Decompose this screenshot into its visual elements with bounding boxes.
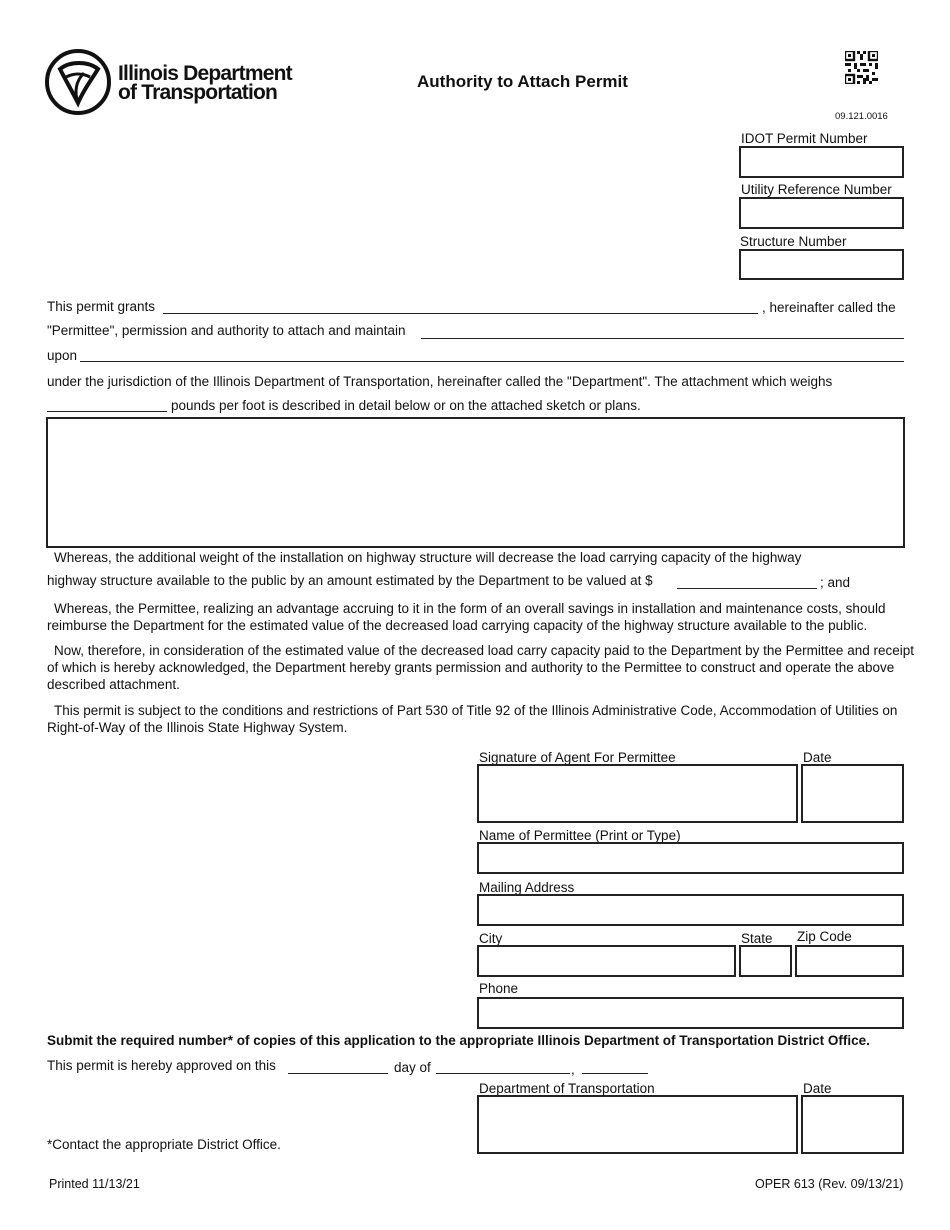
amount-blank[interactable] <box>677 588 817 589</box>
attachment-description-box[interactable] <box>46 417 905 548</box>
zip-code-field[interactable] <box>795 945 904 977</box>
approval-comma: , <box>571 1062 575 1077</box>
approval-month-blank[interactable] <box>436 1073 570 1074</box>
dept-signature-field[interactable] <box>477 1095 798 1154</box>
utility-reference-number-field[interactable] <box>739 197 904 229</box>
idot-emblem-icon <box>45 49 111 115</box>
signature-date-field[interactable] <box>801 764 904 823</box>
utility-reference-number-label: Utility Reference Number <box>741 182 892 197</box>
grant-line3-prefix: upon <box>47 348 78 363</box>
attachment-description-input[interactable] <box>48 419 903 546</box>
permittee-name-input[interactable] <box>479 844 902 872</box>
logo-line-2: of Transportation <box>118 81 278 104</box>
whereas2-paragraph: Whereas, the Permittee, realizing an adv… <box>47 601 886 633</box>
idot-permit-number-label: IDOT Permit Number <box>741 131 868 146</box>
weight-blank[interactable] <box>47 411 167 412</box>
state-field[interactable] <box>739 945 792 977</box>
whereas1-line2-suffix: ; and <box>820 575 851 590</box>
city-field[interactable] <box>477 945 736 977</box>
approval-day-blank[interactable] <box>288 1073 388 1074</box>
submit-notice: Submit the required number* of copies of… <box>47 1033 870 1048</box>
footnote: *Contact the appropriate District Office… <box>47 1137 281 1152</box>
grant-line4: under the jurisdiction of the Illinois D… <box>47 374 833 389</box>
city-input[interactable] <box>479 947 734 975</box>
mailing-address-input[interactable] <box>479 896 902 924</box>
grant-line5-suffix: pounds per foot is described in detail b… <box>171 398 641 413</box>
signature-date-input[interactable] <box>803 766 902 821</box>
form-revision: OPER 613 (Rev. 09/13/21) <box>755 1177 904 1191</box>
subject-to-paragraph: This permit is subject to the conditions… <box>47 703 898 735</box>
approval-prefix: This permit is hereby approved on this <box>47 1058 276 1073</box>
grant-line1-suffix: , hereinafter called the <box>762 300 896 315</box>
printed-date: Printed 11/13/21 <box>49 1177 140 1191</box>
permittee-name-field[interactable] <box>477 842 904 874</box>
zip-code-label: Zip Code <box>797 929 852 944</box>
structure-number-field[interactable] <box>739 249 904 280</box>
now-therefore-paragraph: Now, therefore, in consideration of the … <box>47 643 914 692</box>
phone-input[interactable] <box>479 999 902 1027</box>
whereas1-line2-prefix: highway structure available to the publi… <box>47 573 653 588</box>
approval-day-of: day of <box>394 1060 431 1075</box>
structure-number-label: Structure Number <box>740 234 847 249</box>
utility-reference-number-input[interactable] <box>741 199 902 227</box>
idot-permit-number-field[interactable] <box>739 146 904 178</box>
state-input[interactable] <box>741 947 790 975</box>
idot-logo: Illinois Department of Transportation <box>44 47 304 117</box>
mailing-address-field[interactable] <box>477 894 904 926</box>
grantee-blank[interactable] <box>163 313 758 314</box>
zip-code-input[interactable] <box>797 947 902 975</box>
dept-date-field[interactable] <box>801 1095 904 1154</box>
page-title: Authority to Attach Permit <box>417 72 628 91</box>
phone-field[interactable] <box>477 997 904 1029</box>
phone-label: Phone <box>479 981 519 996</box>
idot-permit-number-input[interactable] <box>741 148 902 176</box>
signature-field[interactable] <box>477 764 798 823</box>
approval-year-blank[interactable] <box>582 1073 648 1074</box>
grant-line1-prefix: This permit grants <box>47 299 156 314</box>
dept-date-input[interactable] <box>803 1097 902 1152</box>
structure-number-input[interactable] <box>741 251 902 278</box>
form-code: 09.121.0016 <box>835 111 888 122</box>
attachment-blank[interactable] <box>421 338 904 339</box>
grant-line2-prefix: "Permittee", permission and authority to… <box>47 323 406 338</box>
upon-blank[interactable] <box>80 361 904 362</box>
qr-code-icon <box>845 51 878 84</box>
whereas1-line1: Whereas, the additional weight of the in… <box>54 550 802 565</box>
